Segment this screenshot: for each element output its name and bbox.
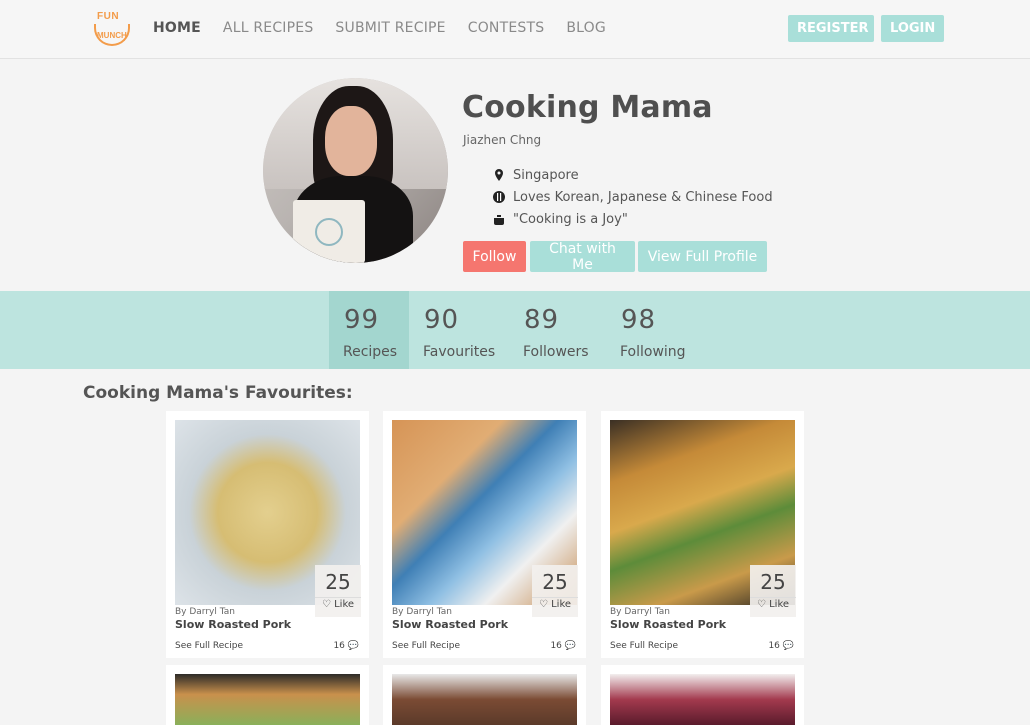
stat-followers[interactable]: 89 Followers	[509, 291, 605, 369]
main-nav: HOME ALL RECIPES SUBMIT RECIPE CONTESTS …	[153, 20, 628, 36]
map-pin-icon	[495, 169, 503, 181]
view-full-profile-button[interactable]: View Full Profile	[638, 241, 767, 272]
recipe-author: By Darryl Tan	[610, 607, 670, 617]
stat-favourites[interactable]: 90 Favourites	[409, 291, 505, 369]
recipe-author: By Darryl Tan	[392, 607, 452, 617]
heart-icon: ♡	[321, 599, 335, 610]
recipe-card[interactable]: 25 ♡ Like By Darryl Tan Slow Roasted Por…	[601, 411, 804, 658]
food-preference-row: Loves Korean, Japanese & Chinese Food	[492, 186, 773, 208]
stat-following-label: Following	[620, 344, 686, 360]
like-label: Like	[551, 599, 572, 610]
stat-recipes-count: 99	[344, 305, 380, 335]
comment-count[interactable]: 16 💬	[550, 641, 576, 651]
comment-count-value: 16	[768, 641, 780, 651]
stat-followers-label: Followers	[523, 344, 589, 360]
profile-info-list: Singapore Loves Korean, Japanese & Chine…	[492, 164, 773, 230]
food-preference-text: Loves Korean, Japanese & Chinese Food	[513, 189, 773, 205]
recipe-title[interactable]: Slow Roasted Pork	[392, 618, 508, 631]
heart-icon: ♡	[538, 599, 552, 610]
stat-recipes-label: Recipes	[343, 344, 398, 360]
recipe-title[interactable]: Slow Roasted Pork	[610, 618, 726, 631]
nav-blog[interactable]: BLOG	[566, 20, 606, 36]
fork-knife-plate-icon	[493, 191, 505, 203]
top-navbar: FUN MUNCH HOME ALL RECIPES SUBMIT RECIPE…	[0, 0, 1030, 59]
stat-favourites-label: Favourites	[423, 344, 496, 360]
location-text: Singapore	[513, 167, 579, 183]
recipe-card[interactable]: 25 ♡ Like By Darryl Tan Slow Roasted Por…	[383, 411, 586, 658]
comment-count[interactable]: 16 💬	[333, 641, 359, 651]
like-button[interactable]: ♡ Like	[750, 597, 796, 610]
avatar	[263, 78, 448, 263]
nav-submit-recipe[interactable]: SUBMIT RECIPE	[335, 20, 445, 36]
like-count: 25	[760, 570, 786, 594]
profile-display-name: Cooking Mama	[462, 90, 713, 125]
recipe-card[interactable]	[601, 665, 804, 725]
nav-contests[interactable]: CONTESTS	[468, 20, 545, 36]
follow-button[interactable]: Follow	[463, 241, 526, 272]
stat-recipes[interactable]: 99 Recipes	[329, 291, 409, 369]
like-box[interactable]: 25 ♡ Like	[532, 565, 578, 617]
like-label: Like	[334, 599, 355, 610]
motto-text: "Cooking is a Joy"	[513, 211, 628, 227]
stat-following[interactable]: 98 Following	[606, 291, 702, 369]
like-count: 25	[542, 570, 568, 594]
comment-count-value: 16	[333, 641, 345, 651]
recipe-card[interactable]: 25 ♡ Like By Darryl Tan Slow Roasted Por…	[166, 411, 369, 658]
like-button[interactable]: ♡ Like	[315, 597, 361, 610]
profile-real-name: Jiazhen Chng	[463, 133, 542, 147]
nav-home[interactable]: HOME	[153, 20, 201, 36]
recipe-title[interactable]: Slow Roasted Pork	[175, 618, 291, 631]
heart-icon: ♡	[756, 599, 770, 610]
recipe-image-steak[interactable]	[392, 674, 577, 725]
profile-stats-bar: 99 Recipes 90 Favourites 89 Followers 98…	[0, 291, 1030, 369]
comment-bubble-icon: 💬	[782, 641, 794, 651]
comment-bubble-icon: 💬	[564, 641, 576, 651]
like-box[interactable]: 25 ♡ Like	[315, 565, 361, 617]
see-full-recipe-link[interactable]: See Full Recipe	[392, 641, 460, 651]
like-box[interactable]: 25 ♡ Like	[750, 565, 796, 617]
recipe-image-dessert[interactable]	[610, 674, 795, 725]
recipe-image-salad[interactable]	[175, 674, 360, 725]
login-button[interactable]: LOGIN	[881, 15, 944, 42]
like-count: 25	[325, 570, 351, 594]
like-label: Like	[769, 599, 790, 610]
chat-button[interactable]: Chat with Me	[530, 241, 635, 273]
cooking-pot-icon	[494, 215, 504, 225]
fun-with-munch-logo[interactable]: FUN MUNCH	[92, 10, 132, 48]
comment-bubble-icon: 💬	[347, 641, 359, 651]
recipe-card[interactable]	[166, 665, 369, 725]
register-button[interactable]: REGISTER	[788, 15, 874, 42]
see-full-recipe-link[interactable]: See Full Recipe	[610, 641, 678, 651]
motto-row: "Cooking is a Joy"	[492, 208, 773, 230]
logo-text-bottom: MUNCH	[97, 31, 127, 40]
logo-text-top: FUN	[97, 11, 120, 22]
comment-count[interactable]: 16 💬	[768, 641, 794, 651]
recipe-author: By Darryl Tan	[175, 607, 235, 617]
stat-followers-count: 89	[524, 305, 560, 335]
comment-count-value: 16	[550, 641, 562, 651]
stat-following-count: 98	[621, 305, 657, 335]
nav-all-recipes[interactable]: ALL RECIPES	[223, 20, 313, 36]
stat-favourites-count: 90	[424, 305, 460, 335]
recipe-card[interactable]	[383, 665, 586, 725]
favourites-section-title: Cooking Mama's Favourites:	[83, 383, 353, 403]
location-row: Singapore	[492, 164, 773, 186]
like-button[interactable]: ♡ Like	[532, 597, 578, 610]
see-full-recipe-link[interactable]: See Full Recipe	[175, 641, 243, 651]
